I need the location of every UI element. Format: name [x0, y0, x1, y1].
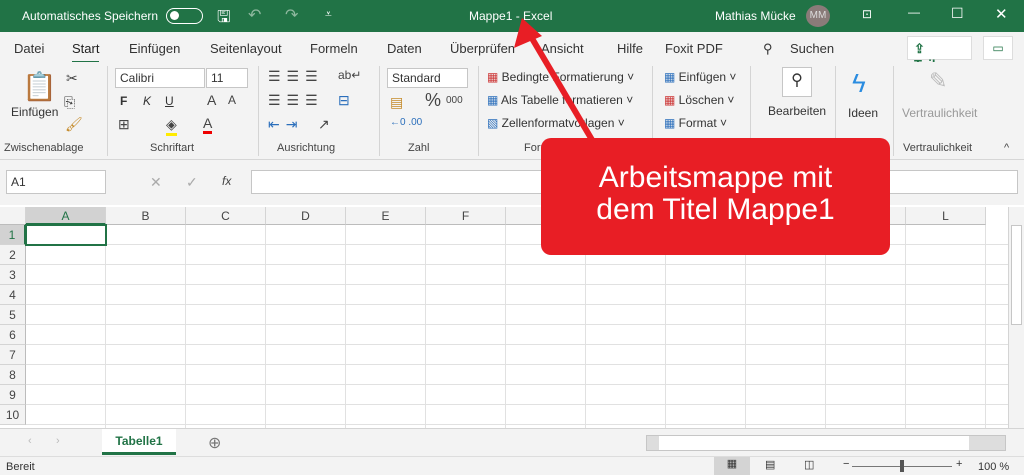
zoom-slider-handle[interactable] — [900, 460, 904, 472]
horizontal-scrollbar[interactable] — [646, 435, 1006, 451]
status-bar: Bereit ▦ ▤ ◫ − + 100 % — [0, 456, 1024, 475]
next-sheet-icon[interactable]: › — [56, 435, 60, 447]
status-text: Bereit — [6, 461, 35, 473]
zoom-in-button[interactable]: + — [956, 458, 962, 470]
zoom-out-button[interactable]: − — [843, 458, 849, 470]
add-sheet-icon[interactable]: ⊕ — [208, 433, 221, 453]
sheet-tab-tabelle1[interactable]: Tabelle1 — [102, 429, 176, 455]
scrollbar-thumb[interactable] — [659, 436, 969, 450]
sheet-tab-bar: ‹ › Tabelle1 ⊕ — [0, 428, 1024, 456]
page-layout-icon[interactable]: ▤ — [765, 458, 775, 471]
prev-sheet-icon[interactable]: ‹ — [28, 435, 32, 447]
normal-view-icon[interactable]: ▦ — [714, 457, 750, 475]
zoom-level[interactable]: 100 % — [978, 461, 1009, 473]
annotation-arrow — [514, 18, 601, 152]
page-break-icon[interactable]: ◫ — [804, 458, 814, 471]
